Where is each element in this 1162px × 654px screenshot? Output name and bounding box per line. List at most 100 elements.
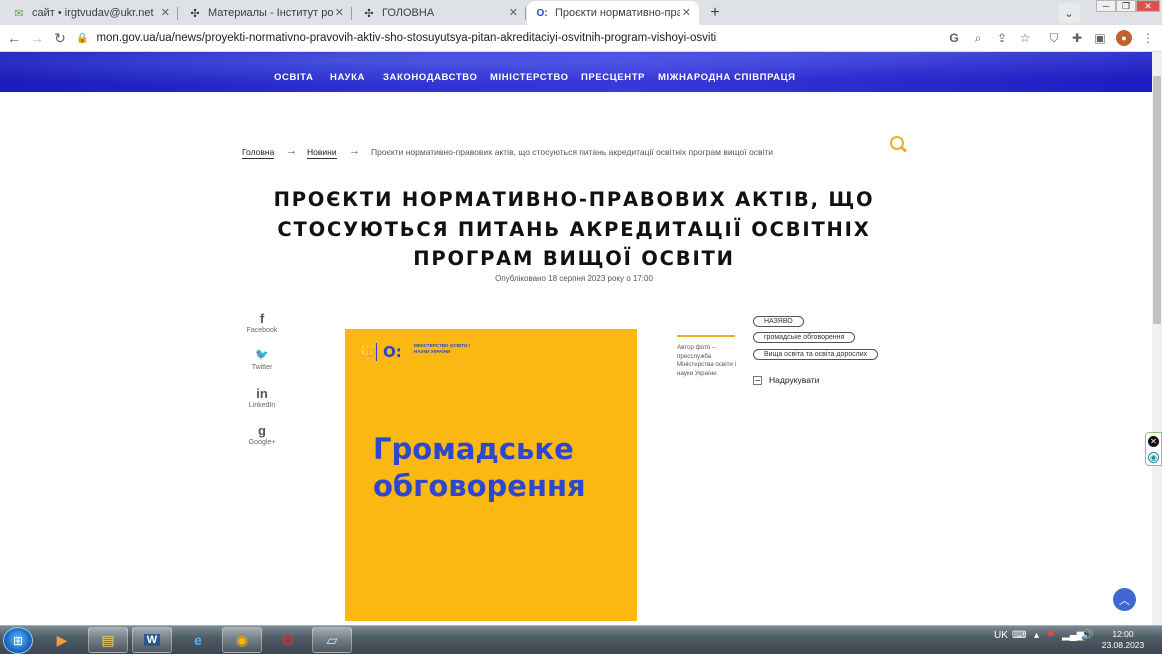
taskbar-opera[interactable]: O bbox=[268, 627, 308, 653]
taskbar-word[interactable]: W bbox=[132, 627, 172, 653]
clock-date: 23.08.2023 bbox=[1101, 640, 1145, 650]
nav-item-international[interactable]: МІЖНАРОДНА СПІВПРАЦЯ bbox=[658, 72, 796, 83]
windows-logo-icon: ⊞ bbox=[12, 633, 24, 648]
start-button[interactable]: ⊞ bbox=[3, 627, 33, 654]
arrow-right-icon: → bbox=[286, 145, 297, 157]
nav-item-nauka[interactable]: НАУКА bbox=[330, 72, 365, 83]
page-scrollbar[interactable] bbox=[1152, 52, 1162, 625]
scrollbar-thumb[interactable] bbox=[1153, 76, 1161, 324]
tab-title: Материалы - Інститут розведення bbox=[208, 7, 333, 19]
avatar[interactable]: ● bbox=[1116, 30, 1132, 46]
tab-materials[interactable]: ✣ Материалы - Інститут розведення ✕ bbox=[180, 1, 352, 25]
bookmark-star-icon[interactable]: ☆ bbox=[1017, 30, 1033, 46]
trident-icon: 🔱 bbox=[360, 344, 377, 359]
shield-icon[interactable]: ⛉ bbox=[1046, 30, 1062, 46]
breadcrumb-news[interactable]: Новини bbox=[307, 147, 337, 159]
taskbar-chrome[interactable]: ◉ bbox=[222, 627, 262, 653]
facebook-icon: f bbox=[259, 311, 265, 326]
tag-public-discussion[interactable]: громадське обговорення bbox=[753, 332, 856, 343]
volume-icon[interactable]: 🔊 bbox=[1081, 630, 1093, 641]
menu-icon[interactable]: ⋮ bbox=[1140, 30, 1156, 46]
nav-item-legislation[interactable]: ЗАКОНОДАВСТВО bbox=[383, 72, 478, 83]
tab-title: Проєкти нормативно-правових bbox=[555, 7, 680, 19]
accessibility-widget[interactable]: ✕ ◉ bbox=[1145, 432, 1162, 466]
extensions-icon[interactable]: ✚ bbox=[1069, 30, 1085, 46]
browser-toolbar: ← → ↻ 🔒 mon.gov.ua/ua/news/proyekti-norm… bbox=[0, 25, 1162, 52]
system-clock[interactable]: 12:00 23.08.2023 bbox=[1097, 629, 1149, 651]
address-bar[interactable]: 🔒 mon.gov.ua/ua/news/proyekti-normativno… bbox=[76, 27, 1086, 49]
screen: ✉ сайт • irgtvudav@ukr.net ✕ ✣ Материалы… bbox=[0, 0, 1162, 654]
share-icon[interactable]: ⇪ bbox=[994, 30, 1010, 46]
tab-mail[interactable]: ✉ сайт • irgtvudav@ukr.net ✕ bbox=[4, 1, 178, 25]
joomla-icon: ✣ bbox=[364, 7, 374, 20]
minimize-button[interactable]: ─ bbox=[1096, 0, 1116, 12]
tag-higher-education[interactable]: Вища освіта та освіта дорослих bbox=[753, 349, 879, 360]
close-icon[interactable]: ✕ bbox=[335, 6, 344, 19]
breadcrumb-home[interactable]: Головна bbox=[242, 147, 275, 159]
close-icon[interactable]: ✕ bbox=[509, 6, 518, 19]
back-to-top-button[interactable]: ︿ bbox=[1113, 588, 1136, 611]
taskbar-ie[interactable]: e bbox=[178, 627, 218, 653]
share-label: Twitter bbox=[251, 364, 273, 371]
show-hidden-icon[interactable]: ▴ bbox=[1034, 630, 1039, 641]
media-player-icon: ▶ bbox=[56, 631, 68, 648]
breadcrumb-current: Проєкти нормативно-правових актів, що ст… bbox=[371, 147, 773, 157]
page-title: ПРОЄКТИ НОРМАТИВНО-ПРАВОВИХ АКТІВ, ЩО СТ… bbox=[273, 188, 875, 270]
nav-item-osvita[interactable]: ОСВІТА bbox=[274, 72, 313, 83]
tab-title: ГОЛОВНА bbox=[382, 7, 435, 19]
twitter-icon: 🐦 bbox=[255, 349, 269, 361]
tab-search-button[interactable]: ⌄ bbox=[1058, 3, 1080, 23]
arrow-left-icon: ← bbox=[7, 30, 21, 46]
language-indicator[interactable]: UK bbox=[994, 630, 1008, 641]
photo-caption: Автор фото – пресслужба Міністерства осв… bbox=[677, 344, 736, 377]
tab-strip: ✉ сайт • irgtvudav@ukr.net ✕ ✣ Материалы… bbox=[0, 0, 1162, 25]
internet-explorer-icon: e bbox=[194, 632, 202, 648]
search-icon-handle bbox=[900, 146, 908, 153]
site-header-banner: ОСВІТА НАУКА ЗАКОНОДАВСТВО МІНІСТЕРСТВО … bbox=[0, 52, 1152, 92]
zoom-icon[interactable]: ⌕ bbox=[970, 30, 986, 46]
sidepanel-icon[interactable]: ▣ bbox=[1092, 30, 1108, 46]
mail-icon: ✉ bbox=[14, 7, 24, 20]
chevron-down-icon: ⌄ bbox=[1064, 7, 1074, 20]
chevron-up-icon: ︿ bbox=[1119, 594, 1130, 607]
joomla-icon: ✣ bbox=[190, 7, 200, 20]
google-icon[interactable]: G bbox=[946, 30, 962, 46]
flag-icon[interactable]: ⚑ bbox=[1046, 630, 1055, 641]
close-icon[interactable]: ✕ bbox=[161, 6, 170, 19]
close-icon[interactable]: ✕ bbox=[682, 6, 691, 19]
nav-item-press-center[interactable]: ПРЕСЦЕНТР bbox=[581, 72, 645, 83]
article-image: 🔱 О: Міністерство освіти і науки України… bbox=[345, 329, 637, 621]
taskbar-media-player[interactable]: ▶ bbox=[42, 627, 82, 653]
maximize-button[interactable]: ❐ bbox=[1116, 0, 1136, 12]
tab-mon-article[interactable]: О: Проєкти нормативно-правових ✕ bbox=[527, 1, 699, 25]
back-button[interactable]: ← bbox=[5, 29, 23, 47]
share-linkedin[interactable]: in LinkedIn bbox=[242, 386, 282, 409]
close-icon[interactable]: ✕ bbox=[1148, 436, 1159, 447]
eye-icon[interactable]: ◉ bbox=[1148, 452, 1159, 463]
opera-icon: O bbox=[282, 632, 294, 648]
tab-home[interactable]: ✣ ГОЛОВНА ✕ bbox=[354, 1, 526, 25]
arrow-right-icon: → bbox=[30, 30, 44, 46]
caption-divider bbox=[677, 335, 735, 337]
folder-icon: ▤ bbox=[101, 631, 115, 648]
taskbar-app[interactable]: ▱ bbox=[312, 627, 352, 653]
forward-button[interactable]: → bbox=[28, 29, 46, 47]
share-twitter[interactable]: 🐦 Twitter bbox=[242, 348, 282, 371]
tag-naqa[interactable]: НАЗЯВО bbox=[753, 316, 804, 327]
poster-title: Громадське обговорення bbox=[373, 432, 586, 503]
windows-taskbar: ⊞ ▶ ▤ W e ◉ O ▱ UK ⌨ ▴ ⚑ ▂▄▆ 🔊 12:00 23.… bbox=[0, 625, 1162, 654]
nav-item-ministry[interactable]: МІНІСТЕРСТВО bbox=[490, 72, 569, 83]
chrome-icon: ◉ bbox=[235, 631, 249, 648]
share-googleplus[interactable]: g Google+ bbox=[242, 423, 282, 446]
reload-button[interactable]: ↻ bbox=[51, 29, 69, 47]
keyboard-icon[interactable]: ⌨ bbox=[1012, 630, 1026, 641]
webpage: ОСВІТА НАУКА ЗАКОНОДАВСТВО МІНІСТЕРСТВО … bbox=[0, 52, 1152, 625]
new-tab-button[interactable]: + bbox=[705, 3, 725, 23]
taskbar-explorer[interactable]: ▤ bbox=[88, 627, 128, 653]
print-button[interactable]: Надрукувати bbox=[753, 374, 819, 386]
print-label: Надрукувати bbox=[769, 375, 820, 385]
site-search-button[interactable] bbox=[888, 134, 908, 154]
close-window-button[interactable]: ✕ bbox=[1136, 0, 1160, 12]
share-facebook[interactable]: f Facebook bbox=[242, 311, 282, 334]
lock-icon: 🔒 bbox=[76, 32, 89, 44]
